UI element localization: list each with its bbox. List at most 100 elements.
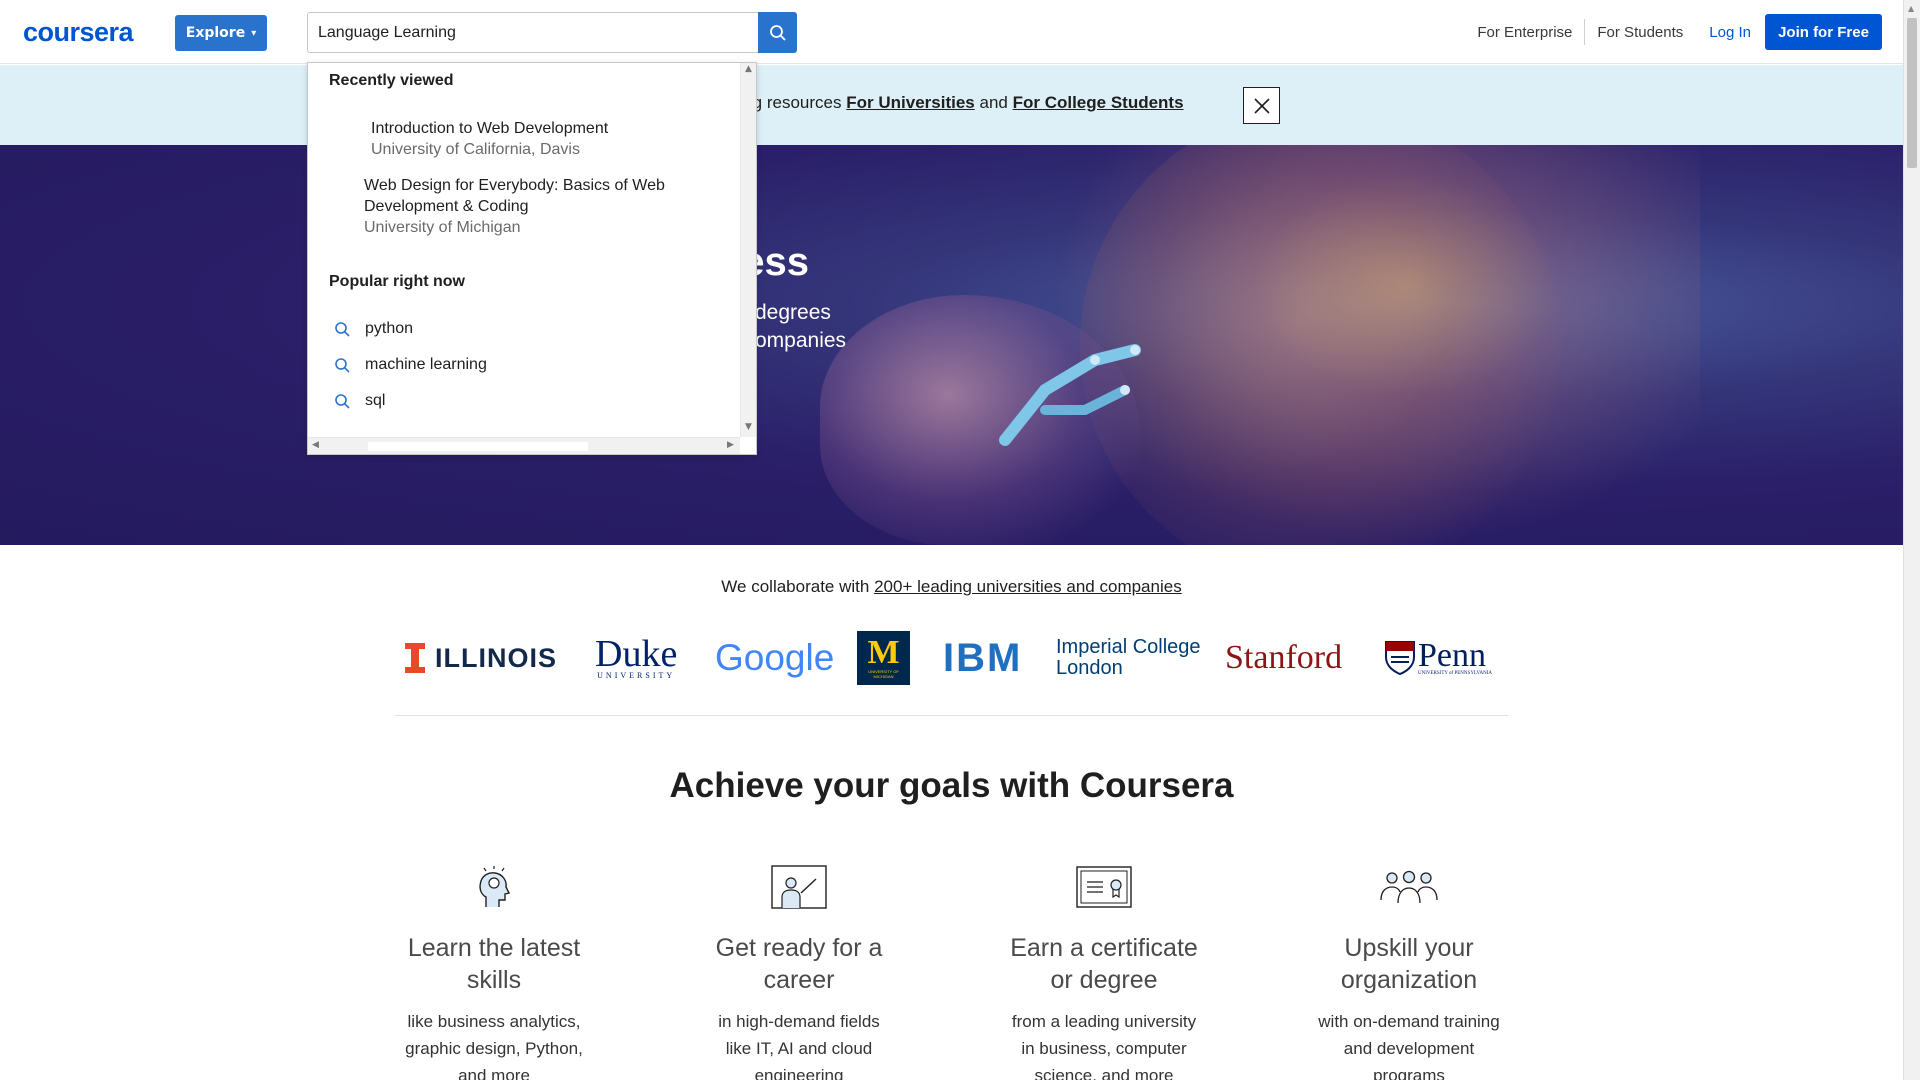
chevron-down-icon: ▾ bbox=[251, 27, 257, 39]
info-banner: ning resources For Universities and For … bbox=[0, 65, 1903, 145]
goals-heading: Achieve your goals with Coursera bbox=[669, 766, 1234, 805]
goal-title-line: career bbox=[763, 966, 835, 994]
page-vertical-scrollbar[interactable]: ▲ bbox=[1903, 0, 1920, 1080]
coursera-logo[interactable]: coursera bbox=[23, 17, 134, 48]
close-icon bbox=[1253, 97, 1270, 114]
goal-description-line: programs bbox=[1373, 1066, 1445, 1080]
penn-subtext: UNIVERSITY of PENNSYLVANIA bbox=[1418, 670, 1492, 676]
goal-description-line: in high-demand fields bbox=[718, 1012, 880, 1031]
goal-description-line: and development bbox=[1343, 1039, 1475, 1058]
popular-item-label: sql bbox=[365, 392, 386, 409]
collab-prefix: We collaborate with bbox=[721, 577, 870, 596]
search-input[interactable] bbox=[307, 12, 759, 53]
goal-description-line: like business analytics, bbox=[407, 1012, 581, 1031]
search-suggestions-dropdown: Recently viewed Introduction to Web Deve… bbox=[307, 62, 757, 455]
recent-item-title: Web Design for Everybody: Basics of Web bbox=[364, 177, 665, 194]
search-icon bbox=[769, 24, 786, 41]
recent-item-title: Development & Coding bbox=[364, 198, 529, 215]
ibm-wordmark: IBM bbox=[943, 635, 1023, 680]
imperial-wordmark-line-1: Imperial College bbox=[1056, 636, 1201, 658]
illinois-wordmark: ILLINOIS bbox=[435, 642, 557, 673]
penn-shield-icon bbox=[1385, 641, 1415, 675]
goal-description-line: science, and more bbox=[1034, 1066, 1174, 1080]
goal-card: Earn a certificate or degree from a lead… bbox=[979, 862, 1229, 1080]
recent-item-org: University of Michigan bbox=[364, 219, 521, 236]
imperial-logo: Imperial College London bbox=[1056, 628, 1201, 688]
goal-title-line: Earn a certificate bbox=[1010, 934, 1198, 962]
popular-item-label: machine learning bbox=[365, 356, 487, 373]
dropdown-horizontal-scrollbar[interactable]: ◀ ▶ bbox=[308, 437, 740, 454]
recently-viewed-heading: Recently viewed bbox=[329, 72, 454, 89]
google-wordmark: Google bbox=[715, 637, 835, 678]
michigan-logo: M UNIVERSITY OF MICHIGAN bbox=[857, 631, 910, 685]
goal-title-line: skills bbox=[466, 966, 522, 994]
header-nav: For Enterprise For Students Log In Join … bbox=[1465, 14, 1882, 50]
google-logo: Google bbox=[715, 628, 834, 688]
search-bar bbox=[307, 12, 797, 53]
dropdown-vertical-scrollbar[interactable]: ▲ ▼ bbox=[740, 63, 756, 437]
illinois-i-icon bbox=[405, 643, 425, 673]
certificate-icon bbox=[1076, 866, 1132, 908]
career-board-icon bbox=[771, 865, 827, 909]
suggestions-list: Recently viewed Introduction to Web Deve… bbox=[308, 63, 740, 437]
recent-item-org: University of California, Davis bbox=[371, 141, 580, 158]
robot-claw-graphic bbox=[999, 344, 1141, 446]
goal-card: Upskill your organization with on-demand… bbox=[1284, 862, 1534, 1080]
illinois-logo: ILLINOIS bbox=[405, 628, 557, 688]
michigan-subtext: UNIVERSITY OF MICHIGAN bbox=[868, 669, 899, 679]
collaboration-text: We collaborate with 200+ leading univers… bbox=[0, 577, 1903, 597]
goal-description-line: graphic design, Python, bbox=[405, 1039, 583, 1058]
goal-title-line: or degree bbox=[1050, 966, 1158, 994]
page-scroll-thumb[interactable] bbox=[1907, 18, 1917, 168]
search-icon bbox=[335, 357, 350, 373]
goal-description-line: and more bbox=[458, 1066, 530, 1080]
hero-subtitle-line-2: ompanies bbox=[755, 329, 847, 352]
goal-description-line: from a leading university bbox=[1011, 1012, 1197, 1031]
duke-wordmark: Duke bbox=[595, 632, 678, 675]
popular-item[interactable]: machine learning bbox=[334, 356, 487, 374]
popular-right-now-heading: Popular right now bbox=[329, 273, 465, 290]
penn-wordmark: Penn bbox=[1418, 636, 1486, 674]
partners-link[interactable]: 200+ leading universities and companies bbox=[874, 577, 1182, 596]
horizontal-scroll-thumb[interactable] bbox=[368, 442, 588, 451]
recent-item-title: Introduction to Web Development bbox=[371, 120, 609, 137]
explore-button[interactable]: Explore ▾ bbox=[175, 15, 267, 51]
scroll-up-arrow-icon[interactable]: ▲ bbox=[745, 64, 752, 74]
login-link[interactable]: Log In bbox=[1695, 24, 1765, 41]
search-icon bbox=[335, 393, 350, 409]
goal-description-line: in business, computer bbox=[1021, 1039, 1187, 1058]
popular-item-label: python bbox=[365, 320, 414, 337]
banner-connector: and bbox=[979, 93, 1008, 112]
recent-item[interactable]: Web Design for Everybody: Basics of Web … bbox=[364, 175, 665, 238]
group-people-icon bbox=[1380, 870, 1438, 904]
banner-text: ning resources For Universities and For … bbox=[730, 93, 1184, 113]
goal-card: Learn the latest skills like business an… bbox=[369, 862, 619, 1080]
scroll-right-arrow-icon[interactable]: ▶ bbox=[727, 440, 734, 450]
goal-description-line: engineering bbox=[754, 1066, 844, 1080]
goal-title-line: organization bbox=[1340, 966, 1478, 994]
for-enterprise-link[interactable]: For Enterprise bbox=[1465, 24, 1584, 41]
for-college-students-link[interactable]: For College Students bbox=[1013, 93, 1184, 112]
penn-logo: Penn UNIVERSITY of PENNSYLVANIA bbox=[1385, 628, 1492, 688]
recent-item[interactable]: Introduction to Web Development Universi… bbox=[371, 118, 608, 160]
hero-subtitle-line-1: degrees bbox=[755, 301, 831, 324]
goal-title-line: Learn the latest bbox=[407, 934, 581, 962]
popular-item[interactable]: python bbox=[334, 320, 413, 338]
stanford-logo: Stanford bbox=[1225, 628, 1342, 688]
banner-close-button[interactable] bbox=[1243, 87, 1280, 124]
goal-card: Get ready for a career in high-demand fi… bbox=[674, 862, 924, 1080]
search-button[interactable] bbox=[758, 12, 797, 53]
for-universities-link[interactable]: For Universities bbox=[846, 93, 975, 112]
scroll-down-arrow-icon[interactable]: ▼ bbox=[745, 422, 752, 432]
ibm-logo: IBM bbox=[943, 628, 1022, 688]
scroll-up-arrow-icon[interactable]: ▲ bbox=[1908, 4, 1914, 13]
goal-description-line: like IT, AI and cloud bbox=[725, 1039, 873, 1058]
goal-title-line: Upskill your bbox=[1344, 934, 1474, 962]
top-navigation-bar: coursera Explore ▾ For Enterprise For St… bbox=[0, 0, 1903, 64]
for-students-link[interactable]: For Students bbox=[1585, 24, 1695, 41]
scroll-left-arrow-icon[interactable]: ◀ bbox=[312, 440, 319, 450]
michigan-m: M bbox=[867, 634, 900, 671]
popular-item[interactable]: sql bbox=[334, 392, 385, 410]
partner-logos: ILLINOIS Duke UNIVERSITY Google M UNIVER… bbox=[405, 628, 1500, 688]
join-for-free-button[interactable]: Join for Free bbox=[1765, 14, 1882, 50]
